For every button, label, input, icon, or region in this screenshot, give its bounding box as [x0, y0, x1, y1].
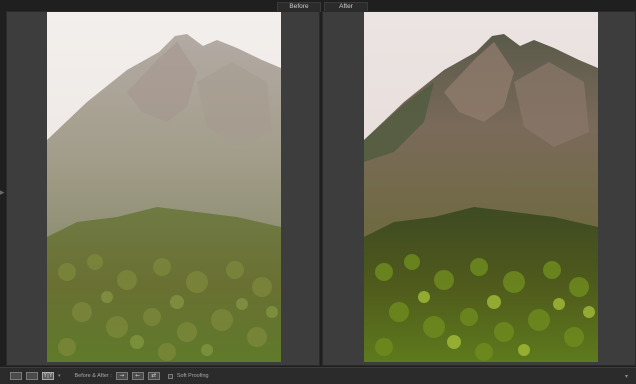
toolbar-options-dropdown-icon[interactable]: ▾	[625, 373, 628, 380]
before-pane[interactable]	[6, 11, 320, 366]
bottom-toolbar: Y|Y ▾ Before & After : → ← ⇄ Soft Proofi…	[0, 367, 636, 384]
soft-proofing-checkbox[interactable]	[167, 373, 173, 379]
copy-before-to-after-icon[interactable]: →	[115, 372, 128, 380]
swap-icon[interactable]: ⇄	[147, 372, 160, 380]
after-pane[interactable]	[322, 11, 636, 366]
before-after-label: Before & After :	[74, 373, 112, 379]
before-after-view-icon[interactable]: Y|Y	[42, 372, 54, 380]
compare-view-icon[interactable]	[26, 372, 38, 380]
view-mode-dropdown-icon[interactable]: ▾	[58, 373, 61, 379]
after-photo[interactable]	[364, 12, 598, 362]
soft-proofing-label: Soft Proofing	[176, 373, 209, 379]
before-after-compare-view: ▸ Before After Y|Y ▾ Before & After: → …	[0, 0, 636, 384]
before-photo[interactable]	[47, 12, 281, 362]
single-view-icon[interactable]	[10, 372, 22, 380]
before-after-view-glyph: Y|Y	[43, 372, 53, 379]
copy-after-to-before-icon[interactable]: ←	[131, 372, 144, 380]
